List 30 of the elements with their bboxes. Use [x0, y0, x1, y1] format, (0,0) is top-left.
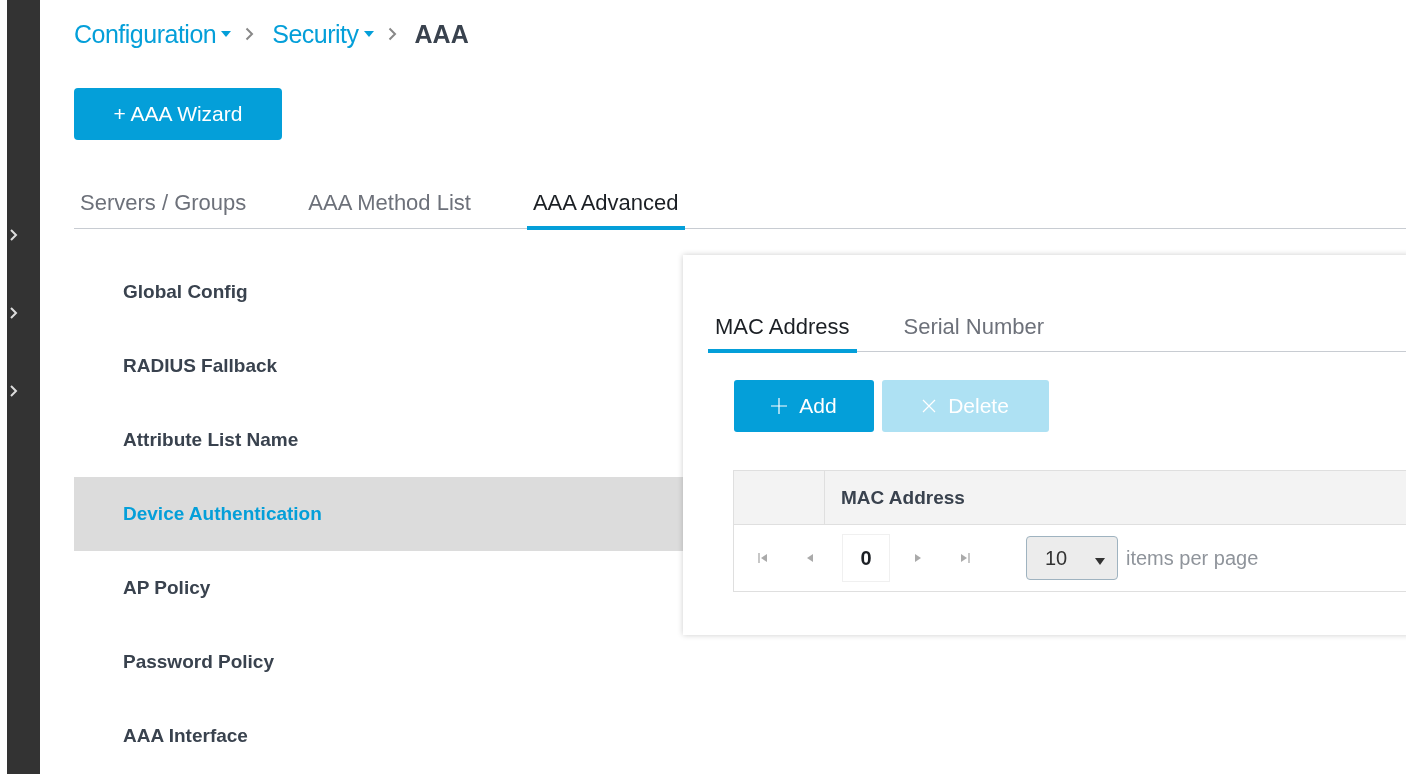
- menu-item[interactable]: RADIUS Fallback: [74, 329, 684, 403]
- page-size-dropdown[interactable]: 10: [1026, 536, 1118, 580]
- page-number-field[interactable]: 0: [842, 534, 890, 582]
- tab[interactable]: AAA Advanced: [526, 184, 685, 230]
- first-page-icon[interactable]: [758, 553, 768, 563]
- breadcrumb-current: AAA: [414, 19, 469, 49]
- menu-item[interactable]: AP Policy: [74, 551, 684, 625]
- items-per-page-label: items per page: [1126, 546, 1259, 570]
- tab[interactable]: MAC Address: [708, 305, 857, 353]
- column-header: MAC Address: [840, 485, 965, 510]
- tab[interactable]: Serial Number: [896, 305, 1052, 353]
- plus-icon: [771, 398, 788, 414]
- caret-down-icon: [363, 31, 374, 37]
- last-page-icon[interactable]: [960, 553, 970, 563]
- menu-item[interactable]: Attribute List Name: [74, 403, 684, 477]
- chevron-right-icon[interactable]: [10, 229, 18, 241]
- menu-item[interactable]: Global Config: [74, 255, 684, 329]
- chevron-right-icon[interactable]: [10, 307, 18, 319]
- menu-item[interactable]: AAA Interface: [74, 699, 684, 773]
- previous-page-icon[interactable]: [806, 553, 814, 563]
- tab[interactable]: Servers / Groups: [74, 184, 253, 230]
- close-icon: [922, 399, 937, 413]
- menu-item[interactable]: Password Policy: [74, 625, 684, 699]
- next-page-icon[interactable]: [914, 553, 922, 563]
- chevron-right-icon[interactable]: [10, 385, 18, 397]
- tab[interactable]: AAA Method List: [302, 184, 477, 230]
- chevron-right-icon: [245, 27, 255, 41]
- caret-down-icon: [221, 31, 232, 37]
- chevron-right-icon: [387, 27, 397, 41]
- caret-down-icon: [1095, 557, 1105, 565]
